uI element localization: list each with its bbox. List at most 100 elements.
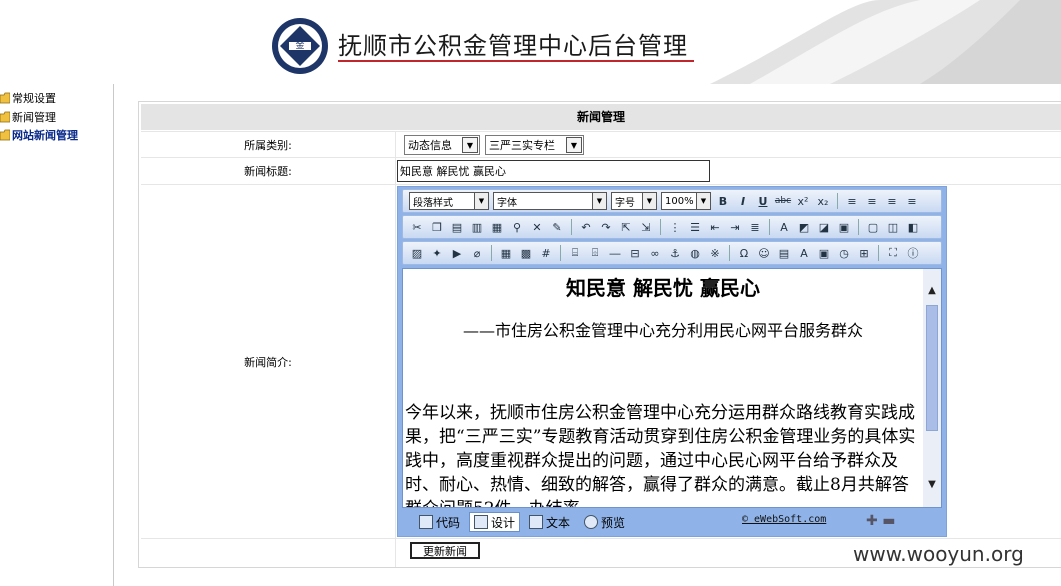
- chevron-down-icon: ▼: [592, 193, 606, 209]
- attachment-icon[interactable]: ⌀: [469, 245, 485, 261]
- ewebsoft-credit-link[interactable]: © eWebSoft.com: [742, 514, 826, 525]
- plus-icon[interactable]: ✚: [866, 513, 878, 529]
- mode-code-tab[interactable]: 代码: [414, 512, 465, 532]
- page-break-icon[interactable]: ⊞: [856, 245, 872, 261]
- grid-icon[interactable]: #: [538, 245, 554, 261]
- update-news-button[interactable]: 更新新闻: [410, 542, 480, 559]
- panel-title: 新闻管理: [141, 104, 1061, 130]
- paste-text-icon[interactable]: ▥: [469, 219, 485, 235]
- frame-icon[interactable]: ⌹: [587, 245, 603, 261]
- align-right-icon[interactable]: ≡: [884, 193, 900, 209]
- sidebar-item-site-news[interactable]: 网站新闻管理: [0, 126, 78, 144]
- minus-icon[interactable]: ▬: [882, 513, 895, 529]
- chevron-down-icon: ▼: [474, 193, 488, 209]
- toolbar-separator: [560, 245, 561, 261]
- cut-icon[interactable]: ✂: [409, 219, 425, 235]
- format-painter-icon[interactable]: ▣: [836, 219, 852, 235]
- find-icon[interactable]: ⚲: [509, 219, 525, 235]
- chevron-down-icon: ▼: [642, 193, 656, 209]
- unordered-list-icon[interactable]: ☰: [687, 219, 703, 235]
- line-spacing-icon[interactable]: ≣: [747, 219, 763, 235]
- outdent-icon[interactable]: ⇤: [707, 219, 723, 235]
- emoticon-icon[interactable]: ☺: [756, 245, 772, 261]
- scroll-thumb[interactable]: [926, 305, 938, 431]
- art-text-icon[interactable]: A: [796, 245, 812, 261]
- fullscreen-icon[interactable]: ⛶: [885, 245, 901, 261]
- scroll-down-icon[interactable]: ▼: [923, 475, 941, 493]
- chevron-down-icon: ▼: [696, 193, 710, 209]
- flash-icon[interactable]: ✦: [429, 245, 445, 261]
- category-primary-value: 动态信息: [408, 139, 452, 152]
- editor-content[interactable]: 知民意 解民忧 赢民心 ——市住房公积金管理中心充分利用民心网平台服务群众 今年…: [402, 268, 942, 508]
- undo-icon[interactable]: ↶: [578, 219, 594, 235]
- align-center-icon[interactable]: ≡: [864, 193, 880, 209]
- image-icon[interactable]: ▨: [409, 245, 425, 261]
- italic-icon[interactable]: I: [735, 193, 751, 209]
- sidebar-item-news-management[interactable]: 新闻管理: [0, 108, 56, 126]
- mode-preview-tab[interactable]: 预览: [579, 512, 630, 532]
- date-icon[interactable]: ▣: [816, 245, 832, 261]
- superscript-icon[interactable]: x²: [795, 193, 811, 209]
- bold-icon[interactable]: B: [715, 193, 731, 209]
- editor-scrollbar[interactable]: ▲ ▼: [923, 269, 941, 507]
- indent-icon[interactable]: ⇥: [727, 219, 743, 235]
- toolbar-separator: [491, 245, 492, 261]
- folder-icon: [0, 129, 11, 141]
- paste-icon[interactable]: ▤: [449, 219, 465, 235]
- layer-icon[interactable]: ◫: [885, 219, 901, 235]
- mode-design-label: 设计: [491, 515, 516, 530]
- paragraph-style-select[interactable]: 段落样式 ▼: [409, 192, 489, 210]
- font-size-select[interactable]: 字号 ▼: [611, 192, 657, 210]
- headline-input[interactable]: 知民意 解民忧 赢民心: [397, 160, 710, 182]
- category-primary-select[interactable]: 动态信息 ▼: [404, 135, 480, 155]
- editor-toolbar-format: 段落样式 ▼ 字体 ▼ 字号 ▼ 100% ▼ B I U abc x² x₂ ≡ ≡ …: [402, 189, 942, 213]
- clear-format-icon[interactable]: ✎: [549, 219, 565, 235]
- redo-icon[interactable]: ↷: [598, 219, 614, 235]
- mode-design-tab[interactable]: 设计: [469, 512, 521, 532]
- horizontal-rule-icon[interactable]: ―: [607, 245, 623, 261]
- select-icon[interactable]: ⇱: [618, 219, 634, 235]
- copy-icon[interactable]: ❐: [429, 219, 445, 235]
- marquee-icon[interactable]: ⊟: [627, 245, 643, 261]
- style-icon[interactable]: ▢: [865, 219, 881, 235]
- table-icon[interactable]: ▦: [498, 245, 514, 261]
- time-icon[interactable]: ◷: [836, 245, 852, 261]
- font-family-select[interactable]: 字体 ▼: [493, 192, 607, 210]
- zoom-select[interactable]: 100% ▼: [661, 192, 711, 210]
- mode-code-label: 代码: [436, 515, 461, 530]
- align-left-icon[interactable]: ≡: [844, 193, 860, 209]
- media-icon[interactable]: ▶: [449, 245, 465, 261]
- align-justify-icon[interactable]: ≡: [904, 193, 920, 209]
- table-props-icon[interactable]: ▩: [518, 245, 534, 261]
- site-title: 抚顺市公积金管理中心后台管理: [338, 32, 688, 60]
- toolbar-separator: [837, 193, 838, 209]
- rich-text-editor: 段落样式 ▼ 字体 ▼ 字号 ▼ 100% ▼ B I U abc x² x₂ ≡ ≡ …: [397, 186, 947, 537]
- toolbar-separator: [729, 245, 730, 261]
- scroll-up-icon[interactable]: ▲: [923, 281, 941, 299]
- toolbar-separator: [858, 219, 859, 235]
- form-icon[interactable]: ⌸: [567, 245, 583, 261]
- category-secondary-select[interactable]: 三严三实专栏 ▼: [485, 135, 584, 155]
- highlight-icon[interactable]: ◩: [796, 219, 812, 235]
- excel-icon[interactable]: ▤: [776, 245, 792, 261]
- anchor-icon[interactable]: ⚓: [667, 245, 683, 261]
- ordered-list-icon[interactable]: ⋮: [667, 219, 683, 235]
- about-icon[interactable]: ⓘ: [905, 245, 921, 261]
- map-icon[interactable]: ◍: [687, 245, 703, 261]
- subscript-icon[interactable]: x₂: [815, 193, 831, 209]
- delete-icon[interactable]: ✕: [529, 219, 545, 235]
- unlink-icon[interactable]: ※: [707, 245, 723, 261]
- page-icon[interactable]: ◧: [905, 219, 921, 235]
- link-icon[interactable]: ∞: [647, 245, 663, 261]
- cursor-icon[interactable]: ⇲: [638, 219, 654, 235]
- sidebar-item-general-settings[interactable]: 常规设置: [0, 89, 56, 107]
- underline-icon[interactable]: U: [755, 193, 771, 209]
- strikethrough-icon[interactable]: abc: [775, 193, 791, 209]
- background-color-icon[interactable]: ◪: [816, 219, 832, 235]
- special-char-icon[interactable]: Ω: [736, 245, 752, 261]
- text-color-icon[interactable]: A: [776, 219, 792, 235]
- toolbar-separator: [571, 219, 572, 235]
- toolbar-separator: [769, 219, 770, 235]
- paste-word-icon[interactable]: ▦: [489, 219, 505, 235]
- mode-text-tab[interactable]: 文本: [524, 512, 575, 532]
